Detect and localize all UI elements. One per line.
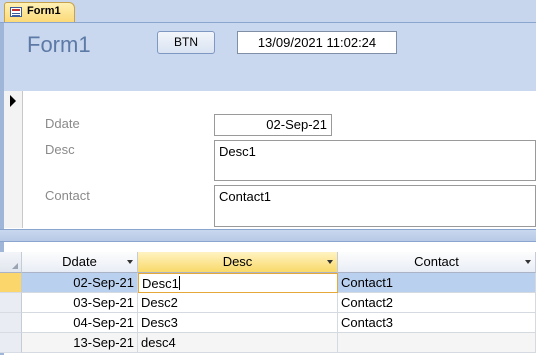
cell-desc[interactable]: Desc2 xyxy=(138,293,338,313)
form-icon xyxy=(10,7,22,17)
form-header: Form1 BTN 13/09/2021 11:02:24 xyxy=(4,23,536,91)
row-selector[interactable] xyxy=(0,333,22,353)
form-detail: Ddate 02-Sep-21 Desc Desc1 Contact Conta… xyxy=(23,91,536,228)
cell-contact[interactable] xyxy=(338,333,536,353)
record-selector[interactable] xyxy=(4,91,23,228)
form1-tab[interactable]: Form1 xyxy=(4,2,75,22)
column-header-contact-label: Contact xyxy=(414,254,459,269)
contact-field[interactable]: Contact1 xyxy=(214,185,536,227)
sort-dropdown-icon[interactable] xyxy=(327,260,333,264)
split-form-divider[interactable] xyxy=(0,229,536,242)
table-row[interactable]: 04-Sep-21 Desc3 Contact3 xyxy=(0,313,536,333)
desc-label: Desc xyxy=(45,142,75,157)
column-header-contact[interactable]: Contact xyxy=(338,252,536,273)
table-row[interactable]: 13-Sep-21 desc4 xyxy=(0,333,536,353)
cell-ddate[interactable]: 13-Sep-21 xyxy=(22,333,138,353)
row-selector[interactable] xyxy=(0,293,22,313)
column-header-ddate-label: Ddate xyxy=(62,254,97,269)
row-selector[interactable] xyxy=(0,273,22,293)
table-row[interactable]: 03-Sep-21 Desc2 Contact2 xyxy=(0,293,536,313)
select-all-corner[interactable] xyxy=(0,252,22,273)
cell-desc[interactable]: desc4 xyxy=(138,333,338,353)
current-record-arrow-icon xyxy=(10,95,16,107)
cell-contact[interactable]: Contact2 xyxy=(338,293,536,313)
desc-field[interactable]: Desc1 xyxy=(214,140,536,181)
column-header-desc-label: Desc xyxy=(222,254,253,269)
ddate-field[interactable]: 02-Sep-21 xyxy=(214,114,332,136)
text-cursor xyxy=(178,276,180,290)
datetime-textbox[interactable]: 13/09/2021 11:02:24 xyxy=(237,31,397,54)
ddate-label: Ddate xyxy=(45,116,80,131)
sort-dropdown-icon[interactable] xyxy=(127,260,133,264)
column-header-desc[interactable]: Desc xyxy=(138,252,338,273)
document-tab-strip: Form1 xyxy=(0,0,536,23)
contact-label: Contact xyxy=(45,188,90,203)
cell-desc[interactable]: Desc3 xyxy=(138,313,338,333)
datasheet: Ddate Desc Contact 02-Sep-21 Desc1 Conta… xyxy=(0,252,536,355)
table-row[interactable]: 02-Sep-21 Desc1 Contact1 xyxy=(0,273,536,293)
sort-dropdown-icon[interactable] xyxy=(525,260,531,264)
cell-desc-text: Desc1 xyxy=(142,276,179,291)
cell-desc[interactable]: Desc1 xyxy=(138,273,338,293)
cell-ddate[interactable]: 03-Sep-21 xyxy=(22,293,138,313)
form-title: Form1 xyxy=(27,32,91,57)
btn-button[interactable]: BTN xyxy=(157,31,215,54)
cell-contact[interactable]: Contact3 xyxy=(338,313,536,333)
row-selector[interactable] xyxy=(0,313,22,333)
column-header-ddate[interactable]: Ddate xyxy=(22,252,138,273)
cell-ddate[interactable]: 02-Sep-21 xyxy=(22,273,138,293)
cell-contact[interactable]: Contact1 xyxy=(338,273,536,293)
cell-ddate[interactable]: 04-Sep-21 xyxy=(22,313,138,333)
form1-tab-label: Form1 xyxy=(27,5,61,17)
